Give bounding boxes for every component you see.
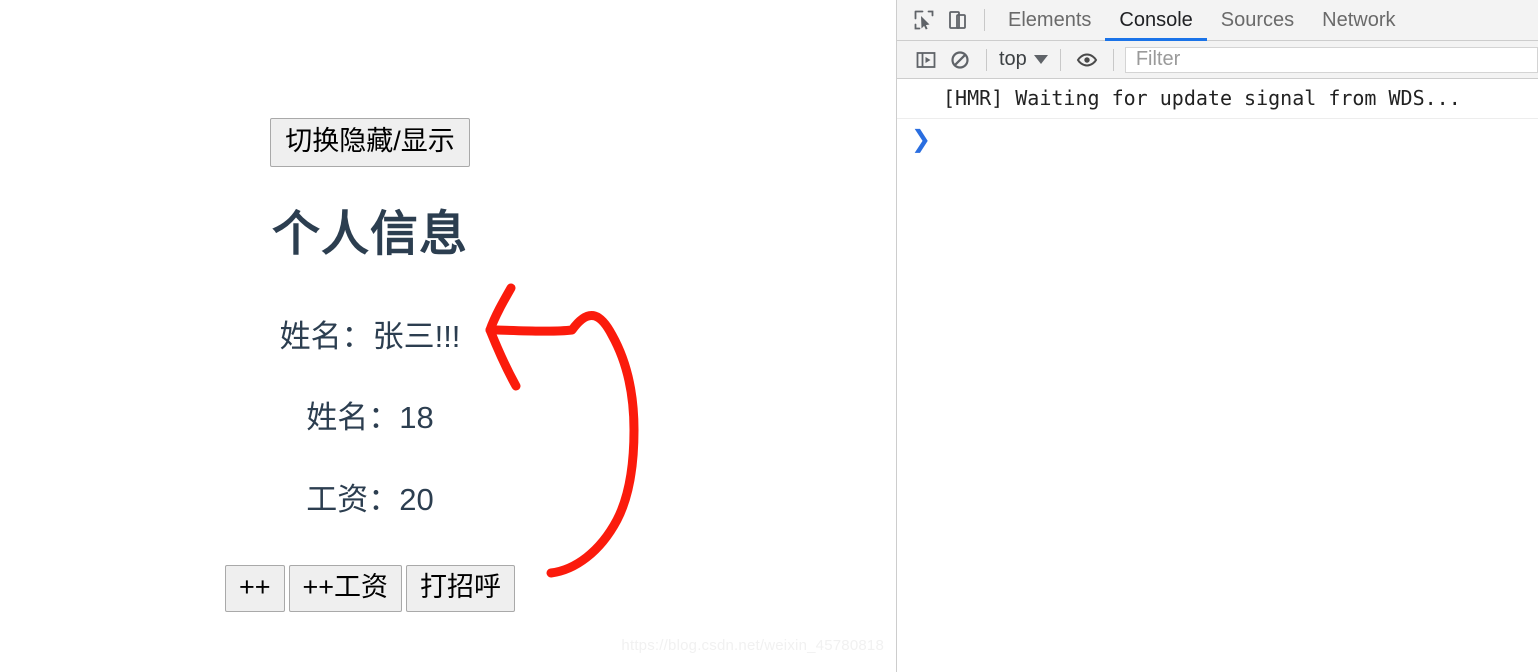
chevron-down-icon bbox=[1033, 55, 1048, 64]
toolbar-divider bbox=[984, 9, 985, 31]
info-age-line: 姓名：18 bbox=[306, 400, 434, 436]
info-salary-line: 工资：20 bbox=[306, 481, 434, 517]
watermark: https://blog.csdn.net/weixin_45780818 bbox=[621, 637, 884, 654]
console-prompt-chevron-icon: ❯ bbox=[911, 125, 932, 153]
console-output: [HMR] Waiting for update signal from WDS… bbox=[897, 79, 1538, 163]
tab-sources[interactable]: Sources bbox=[1207, 0, 1308, 41]
devtools-panel: Elements Console Sources Network top Fil… bbox=[896, 0, 1538, 672]
inspect-element-icon[interactable] bbox=[907, 5, 941, 35]
toolbar-divider bbox=[1059, 48, 1061, 71]
devtools-tabbar: Elements Console Sources Network bbox=[897, 0, 1538, 41]
console-sidebar-toggle-icon[interactable] bbox=[909, 45, 943, 75]
toolbar-divider bbox=[1112, 48, 1114, 71]
console-filter-input[interactable]: Filter bbox=[1124, 46, 1538, 73]
browser-viewport: 切换隐藏/显示 个人信息 姓名：张三!!! 姓名：18 工资：20 ++ ++工… bbox=[0, 0, 896, 672]
greet-button[interactable]: 打招呼 bbox=[406, 564, 516, 613]
clear-console-icon[interactable] bbox=[943, 45, 977, 75]
app-root: 切换隐藏/显示 个人信息 姓名：张三!!! 姓名：18 工资：20 ++ ++工… bbox=[0, 118, 740, 613]
action-button-row: ++ ++工资 打招呼 bbox=[0, 564, 740, 613]
tab-elements[interactable]: Elements bbox=[994, 0, 1105, 41]
toggle-visibility-button[interactable]: 切换隐藏/显示 bbox=[270, 118, 470, 168]
info-name-line: 姓名：张三!!! bbox=[279, 319, 461, 355]
console-prompt[interactable]: ❯ bbox=[897, 119, 1538, 163]
tab-console[interactable]: Console bbox=[1105, 0, 1207, 41]
increment-button[interactable]: ++ bbox=[224, 564, 285, 613]
device-toolbar-icon[interactable] bbox=[941, 5, 975, 35]
tab-network[interactable]: Network bbox=[1308, 0, 1409, 41]
execution-context-selector[interactable]: top bbox=[996, 48, 1051, 71]
page-title: 个人信息 bbox=[271, 208, 468, 262]
console-message: [HMR] Waiting for update signal from WDS… bbox=[897, 79, 1538, 119]
live-expression-eye-icon[interactable] bbox=[1070, 45, 1104, 75]
execution-context-label: top bbox=[999, 48, 1027, 70]
console-filter-placeholder: Filter bbox=[1135, 48, 1181, 70]
toolbar-divider bbox=[986, 48, 987, 71]
console-toolbar: top Filter bbox=[897, 41, 1538, 79]
increment-salary-button[interactable]: ++工资 bbox=[288, 564, 403, 613]
